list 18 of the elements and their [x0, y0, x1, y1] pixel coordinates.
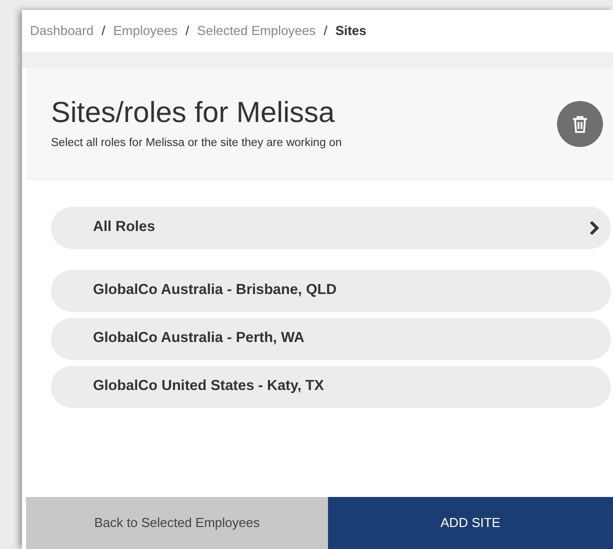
chevron-right-icon [589, 220, 599, 236]
back-button[interactable]: Back to Selected Employees [26, 497, 328, 549]
breadcrumb-link[interactable]: Employees [113, 21, 178, 41]
breadcrumb-separator: / [102, 22, 106, 40]
breadcrumb-link[interactable]: Selected Employees [197, 21, 316, 41]
site-list-item[interactable]: GlobalCo Australia - Brisbane, QLD [51, 270, 611, 312]
breadcrumb-separator: / [186, 22, 190, 40]
breadcrumb-current: Sites [335, 22, 366, 40]
trash-icon [572, 114, 588, 132]
site-list-item[interactable]: GlobalCo United States - Katy, TX [51, 366, 611, 408]
breadcrumb-separator: / [324, 22, 328, 40]
site-list-item[interactable]: GlobalCo Australia - Perth, WA [51, 318, 611, 360]
page-subtitle: Select all roles for Melissa or the site they are working on [51, 136, 342, 151]
page-title: Sites/roles for Melissa [51, 96, 336, 131]
add-site-button[interactable]: ADD SITE [328, 497, 613, 549]
delete-button[interactable] [557, 100, 603, 146]
all-roles-button[interactable]: All Roles [51, 207, 611, 249]
breadcrumb-link[interactable]: Dashboard [30, 21, 94, 41]
